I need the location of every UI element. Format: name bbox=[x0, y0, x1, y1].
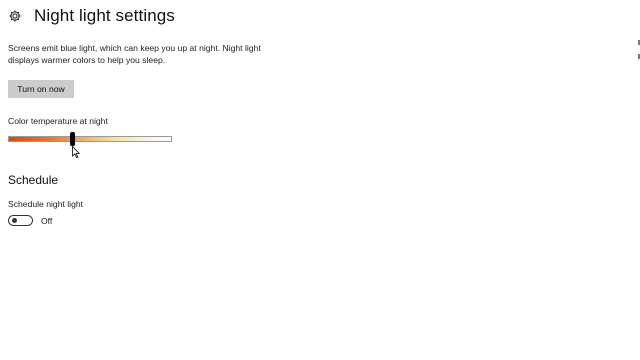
color-temperature-slider[interactable] bbox=[8, 132, 172, 146]
clipped-edge-content bbox=[636, 40, 640, 70]
slider-thumb[interactable] bbox=[69, 132, 75, 146]
description-line-2: displays warmer colors to help you sleep… bbox=[8, 55, 166, 65]
toggle-knob bbox=[12, 218, 17, 223]
description-text: Screens emit blue light, which can keep … bbox=[8, 42, 288, 66]
page-header: Night light settings bbox=[8, 6, 175, 26]
mouse-pointer-icon bbox=[72, 146, 80, 158]
schedule-night-light-label: Schedule night light bbox=[8, 199, 84, 209]
description-line-1: Screens emit blue light, which can keep … bbox=[8, 43, 261, 53]
gear-icon bbox=[9, 10, 21, 22]
color-temperature-label: Color temperature at night bbox=[8, 116, 108, 126]
page-title: Night light settings bbox=[34, 6, 175, 25]
slider-track[interactable] bbox=[8, 136, 172, 142]
schedule-heading: Schedule bbox=[8, 173, 59, 187]
schedule-toggle[interactable] bbox=[8, 215, 33, 226]
toggle-state-text: Off bbox=[41, 216, 53, 226]
turn-on-now-button[interactable]: Turn on now bbox=[8, 80, 74, 98]
night-light-settings-page: Night light settings Screens emit blue l… bbox=[0, 0, 640, 360]
